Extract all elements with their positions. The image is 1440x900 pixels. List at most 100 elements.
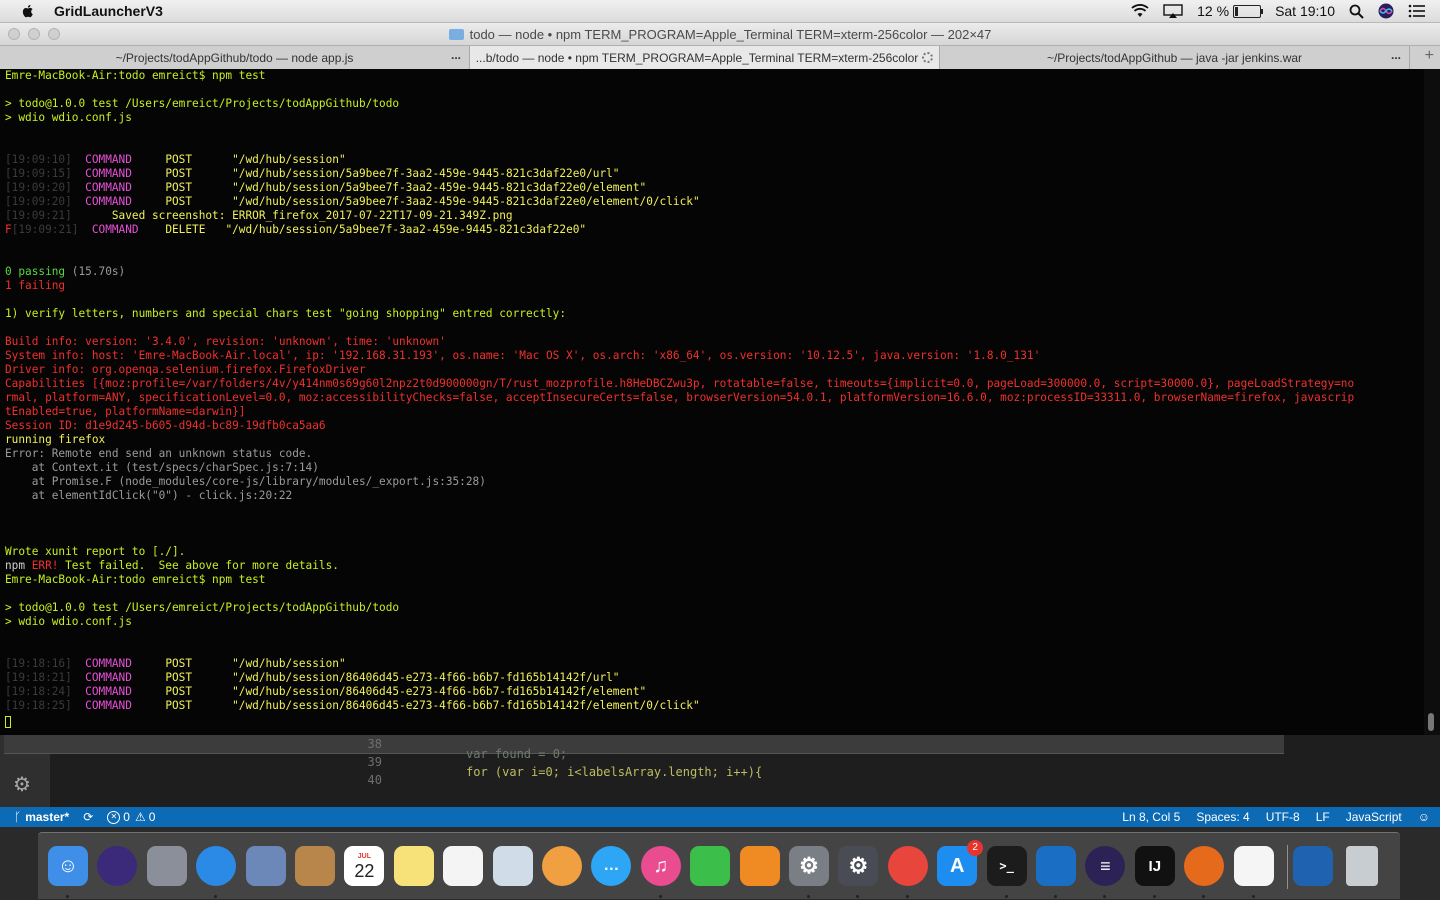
running-indicator [1202,895,1206,898]
airplay-display-icon[interactable] [1163,3,1183,19]
messages-icon[interactable]: … [591,846,632,886]
terminal-text: > todo@1.0.0 test /Users/emreict/Project… [5,97,400,110]
scrollbar-thumb[interactable] [1428,713,1434,731]
terminal-line: [19:18:24] COMMAND POST "/wd/hub/session… [5,685,1424,699]
preview-icon[interactable] [245,846,286,886]
tab-jenkins[interactable]: ~/Projects/todAppGithub — java -jar jenk… [940,46,1410,69]
terminal-text: npm [5,559,32,572]
trash-icon[interactable] [1346,846,1379,886]
feedback-smiley-icon[interactable]: ☺ [1418,810,1430,824]
terminal-text: ERR! [31,559,59,572]
visual-studio-code-icon[interactable] [1036,846,1076,886]
minimize-window-button[interactable] [28,28,40,40]
tab-npm-test[interactable]: ...b/todo — node • npm TERM_PROGRAM=Appl… [470,46,940,69]
terminal-line: [19:09:21] Saved screenshot: ERROR_firef… [5,209,1424,223]
eclipse-stripes: ≡ [1100,855,1111,876]
line-ending[interactable]: LF [1316,810,1330,824]
problems-indicator[interactable]: ✕ 0 ⚠ 0 [107,810,155,824]
app-store-icon[interactable]: A2 [937,840,984,886]
terminal-scrollbar[interactable] [1424,69,1440,735]
siri-icon[interactable] [97,846,138,886]
close-window-button[interactable] [8,28,20,40]
terminal-line: [19:18:21] COMMAND POST "/wd/hub/session… [5,671,1424,685]
error-icon: ✕ [107,810,121,824]
terminal-titlebar[interactable]: todo — node • npm TERM_PROGRAM=Apple_Ter… [0,23,1440,46]
terminal-line: at elementIdClick("0") - click.js:20:22 [5,489,1424,503]
safari-icon[interactable] [196,846,237,886]
terminal-text: (15.70s) [71,265,126,278]
language-mode[interactable]: JavaScript [1346,810,1402,824]
firefox-icon[interactable] [1184,846,1225,886]
warning-count: 0 [148,810,156,824]
siri-icon[interactable] [1378,3,1394,19]
visual-studio-icon[interactable] [1293,846,1333,886]
line-number: 38 [367,737,382,751]
eclipse-icon[interactable]: ≡ [1085,846,1126,886]
reminders-icon[interactable] [443,846,484,886]
ibooks-icon[interactable] [739,846,780,886]
terminal-line: > todo@1.0.0 test /Users/emreict/Project… [5,97,1424,111]
new-tab-button[interactable]: + [1425,47,1434,65]
terminal-text: Error: Remote end send an unknown status… [5,447,313,460]
settings-gear-icon[interactable]: ⚙ [13,772,31,797]
system-preferences-icon[interactable]: ⚙ [789,846,829,886]
running-indicator [214,895,218,898]
notes-icon[interactable] [393,846,434,886]
chrome-icon[interactable] [887,846,928,886]
apple-menu-icon[interactable] [20,3,36,19]
terminal-text: COMMAND [85,167,166,180]
gear-app-icon[interactable]: ⚙ [838,846,879,886]
terminal-line: running firefox [5,433,1424,447]
calendar-icon[interactable]: JUL 22 [344,846,385,886]
contacts-icon[interactable] [295,846,335,886]
spotlight-search-icon[interactable] [1349,4,1364,19]
terminal-line: System info: host: 'Emre-MacBook-Air.loc… [5,349,1424,363]
code-text[interactable]: var found = 0; for (var i=0; i<labelsArra… [466,745,762,781]
zoom-window-button[interactable] [48,28,60,40]
terminal-text: 0 passing [5,265,72,278]
terminal-line: Wrote xunit report to [./]. [5,545,1424,559]
intellij-glyph: IJ [1148,857,1162,875]
file-encoding[interactable]: UTF-8 [1266,810,1300,824]
facetime-icon[interactable] [690,846,731,886]
clock[interactable]: Sat 19:10 [1275,3,1335,19]
itunes-icon[interactable]: ♫ [640,846,681,886]
terminal-text: POST "/wd/hub/session" [165,657,346,670]
tab-node-app[interactable]: ~/Projects/todAppGithub/todo — node app.… [0,46,470,69]
sync-icon[interactable]: ⟳ [83,810,93,824]
launchpad-icon[interactable] [146,846,187,886]
git-branch[interactable]: ᚴ master* [14,810,69,824]
terminal-text: [19:18:16] [5,657,86,670]
terminal-text: 1) verify letters, numbers and special c… [5,307,567,320]
tab-label: ~/Projects/todAppGithub/todo — node app.… [115,50,354,65]
app-icon[interactable] [492,846,533,886]
terminal-text: at elementIdClick("0") - click.js:20:22 [5,489,293,502]
finder-icon[interactable]: ☺ [48,846,88,886]
line-number: 39 [367,755,382,769]
intellij-icon[interactable]: IJ [1134,846,1175,886]
app-name-menu[interactable]: GridLauncherV3 [54,3,163,19]
terminal-text: [19:09:21] [5,209,112,222]
tab-overflow: ... [1390,48,1401,62]
branch-name: master* [25,810,70,824]
cursor-position[interactable]: Ln 8, Col 5 [1122,810,1180,824]
gear-glyph: ⚙ [799,853,819,878]
terminal-text: COMMAND [85,685,166,698]
java-icon[interactable] [1233,846,1274,886]
terminal-icon[interactable]: >_ [986,846,1027,886]
terminal-line: F[19:09:21] COMMAND DELETE "/wd/hub/sess… [5,223,1424,237]
notification-center-icon[interactable] [1408,4,1426,18]
status-bar: ᚴ master* ⟳ ✕ 0 ⚠ 0 Ln 8, Col 5 Spaces: 4 U… [0,807,1440,827]
gear-glyph: ⚙ [848,853,869,878]
terminal-output[interactable]: Emre-MacBook-Air:todo emreict$ npm test >… [0,69,1424,735]
terminal-line: npm ERR! Test failed. See above for more… [5,559,1424,573]
terminal-text: Driver info: org.openqa.selenium.firefox… [5,363,366,376]
photos-icon[interactable] [542,846,582,886]
battery-icon[interactable] [1233,4,1264,18]
indentation[interactable]: Spaces: 4 [1196,810,1249,824]
terminal-window: todo — node • npm TERM_PROGRAM=Apple_Ter… [0,23,1440,735]
calendar-day: 22 [354,860,375,881]
terminal-tab-bar: ~/Projects/todAppGithub/todo — node app.… [0,46,1440,70]
wifi-icon[interactable] [1131,4,1149,18]
